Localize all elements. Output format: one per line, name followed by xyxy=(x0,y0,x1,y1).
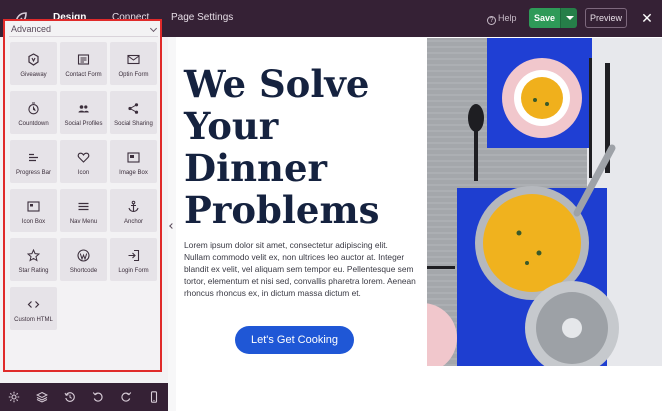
block-label: Image Box xyxy=(119,170,148,176)
block-label: Icon xyxy=(77,170,90,176)
nav-menu-icon xyxy=(78,202,89,211)
block-contact-form[interactable]: Contact Form xyxy=(60,42,107,85)
section-title: Advanced xyxy=(11,24,52,34)
chevron-down-icon[interactable] xyxy=(149,24,158,33)
star-icon xyxy=(27,249,40,262)
settings-icon[interactable] xyxy=(8,391,20,403)
block-label: Giveaway xyxy=(20,72,47,78)
block-shortcode[interactable]: Shortcode xyxy=(60,238,107,281)
hero-body-text[interactable]: Lorem ipsum dolor sit amet, consectetur … xyxy=(184,239,416,299)
preview-button[interactable]: Preview xyxy=(585,8,627,28)
block-nav-menu[interactable]: Nav Menu xyxy=(60,189,107,232)
hero-headline[interactable]: We Solve Your Dinner Problems xyxy=(184,63,419,231)
help-link[interactable]: ? Help xyxy=(487,13,517,25)
block-social-profiles[interactable]: Social Profiles xyxy=(60,91,107,134)
block-label: Countdown xyxy=(18,121,49,127)
layers-icon[interactable] xyxy=(36,391,48,403)
block-login-form[interactable]: Login Form xyxy=(110,238,157,281)
block-label: Login Form xyxy=(118,268,149,274)
icon-box-icon xyxy=(27,201,40,212)
block-custom-html[interactable]: Custom HTML xyxy=(10,287,57,330)
sidebar-collapse-handle[interactable] xyxy=(168,37,176,411)
history-icon[interactable] xyxy=(64,391,76,403)
giveaway-icon xyxy=(28,53,39,66)
block-social-sharing[interactable]: Social Sharing xyxy=(110,91,157,134)
block-label: Nav Menu xyxy=(69,219,98,225)
advanced-section-header[interactable]: Advanced xyxy=(11,22,158,36)
block-label: Contact Form xyxy=(65,72,102,78)
block-label: Anchor xyxy=(123,219,143,225)
block-label: Social Sharing xyxy=(114,121,153,127)
divider xyxy=(9,36,158,37)
block-label: Star Rating xyxy=(18,268,49,274)
mobile-preview-icon[interactable] xyxy=(148,391,160,403)
progress-bar-icon xyxy=(29,153,38,162)
block-giveaway[interactable]: Giveaway xyxy=(10,42,57,85)
block-countdown[interactable]: Countdown xyxy=(10,91,57,134)
help-label: Help xyxy=(498,13,517,23)
anchor-icon xyxy=(128,200,139,213)
heart-icon xyxy=(77,152,90,163)
block-progress-bar[interactable]: Progress Bar xyxy=(10,140,57,183)
bottom-toolbar xyxy=(0,383,168,411)
image-box-icon xyxy=(127,152,140,163)
block-image-box[interactable]: Image Box xyxy=(110,140,157,183)
block-label: Shortcode xyxy=(69,268,98,274)
builder-app: Design Connect Page Settings ? Help Save … xyxy=(0,0,662,411)
save-button[interactable]: Save xyxy=(529,8,560,28)
block-optin-form[interactable]: Optin Form xyxy=(110,42,157,85)
help-icon: ? xyxy=(487,16,496,25)
block-label: Progress Bar xyxy=(15,170,51,176)
block-label: Social Profiles xyxy=(64,121,103,127)
optin-form-icon xyxy=(127,54,140,65)
hero-food-image[interactable] xyxy=(427,38,662,366)
block-label: Optin Form xyxy=(118,72,149,78)
close-icon[interactable]: ✕ xyxy=(640,9,654,27)
redo-icon[interactable] xyxy=(120,391,132,403)
social-profiles-icon xyxy=(78,105,89,113)
block-label: Custom HTML xyxy=(14,317,53,323)
block-star-rating[interactable]: Star Rating xyxy=(10,238,57,281)
block-icon[interactable]: Icon xyxy=(60,140,107,183)
block-icon-box[interactable]: Icon Box xyxy=(10,189,57,232)
save-options-dropdown[interactable] xyxy=(560,8,577,28)
undo-icon[interactable] xyxy=(92,391,104,403)
cta-button[interactable]: Let's Get Cooking xyxy=(235,326,354,354)
block-label: Icon Box xyxy=(21,219,46,225)
code-icon xyxy=(27,301,40,308)
login-icon xyxy=(128,249,140,262)
social-sharing-icon xyxy=(128,103,139,114)
countdown-icon xyxy=(28,102,39,115)
tab-page-settings[interactable]: Page Settings xyxy=(171,0,233,37)
page-canvas: We Solve Your Dinner Problems Lorem ipsu… xyxy=(176,37,662,411)
contact-form-icon xyxy=(77,54,90,65)
wordpress-icon xyxy=(77,249,90,262)
advanced-blocks-panel: Advanced Giveaway Contact Form Optin For… xyxy=(3,19,162,372)
block-anchor[interactable]: Anchor xyxy=(110,189,157,232)
